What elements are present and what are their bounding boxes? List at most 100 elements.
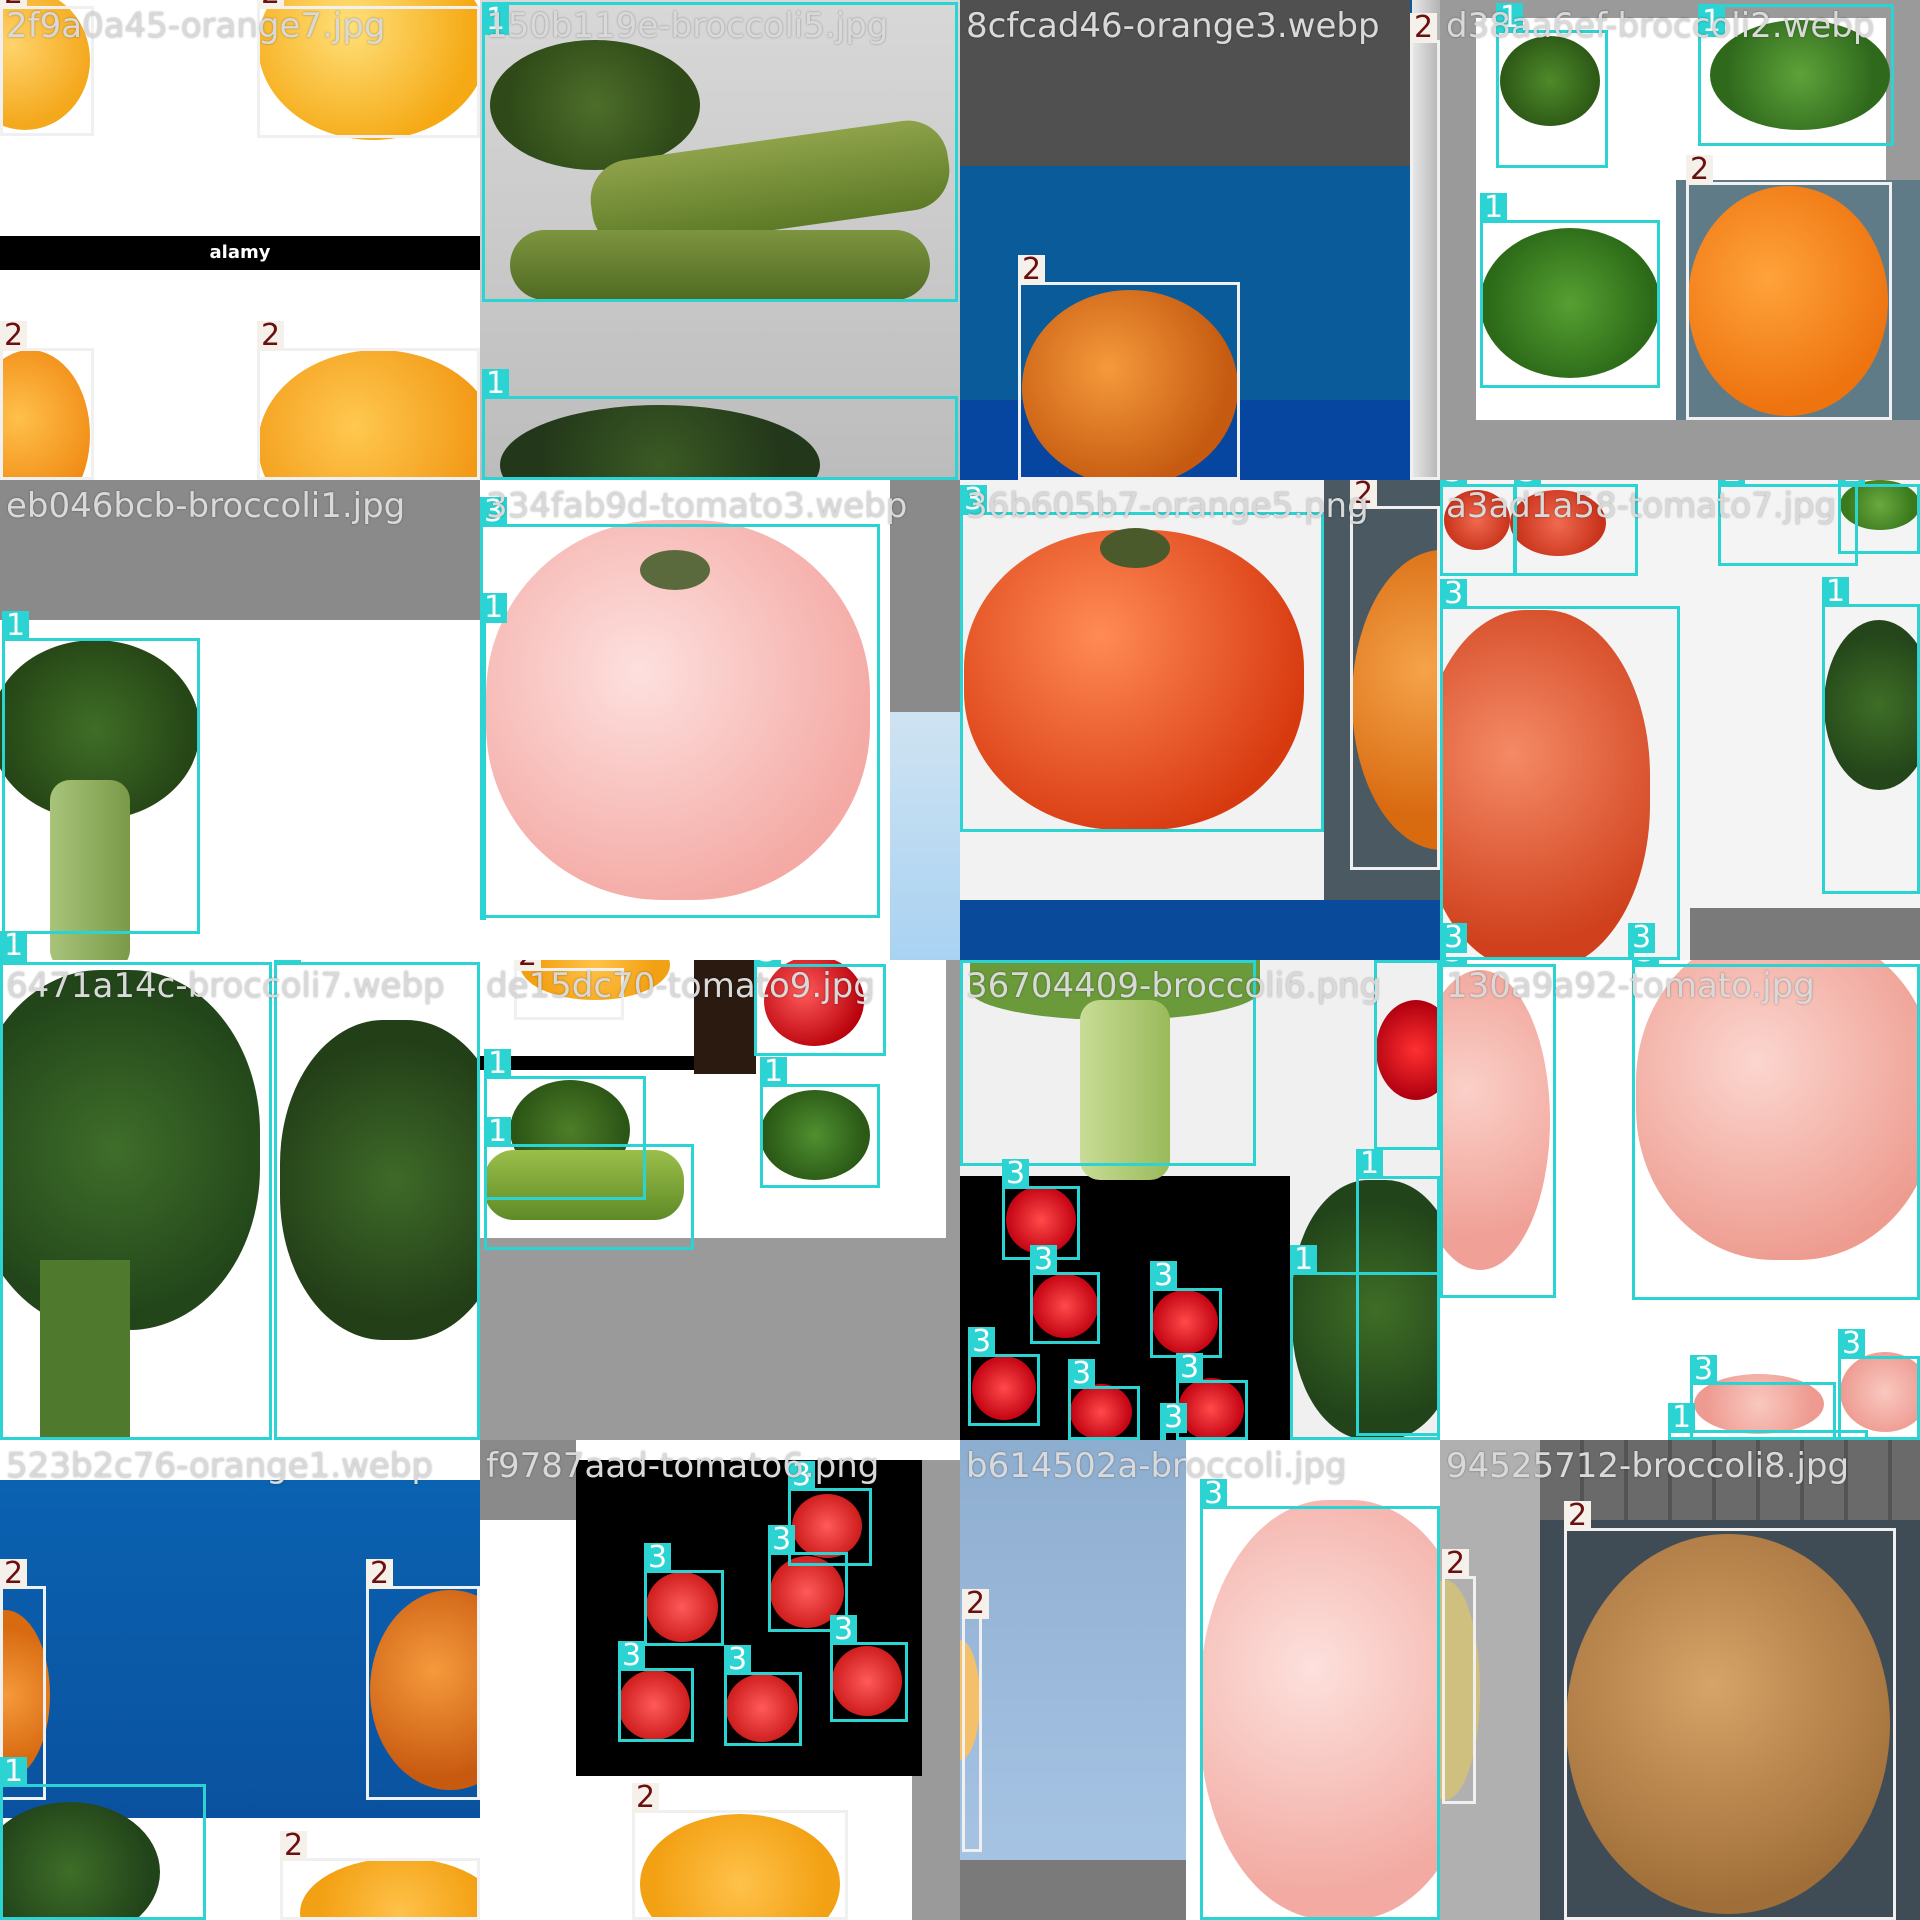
bbox-broccoli: 1	[960, 960, 1256, 1166]
bbox-broccoli: 1	[1480, 193, 1660, 388]
bbox-label: 3	[1150, 1261, 1178, 1291]
tile-tomato: 3 3 3 3 1 130a9a92-tomato.jpg	[1440, 960, 1920, 1440]
bbox-label: 2	[0, 1559, 28, 1589]
bbox-label: 2	[1686, 155, 1714, 185]
bbox-label: 2	[1564, 1501, 1592, 1531]
bbox-label: 1	[1668, 1403, 1696, 1433]
bbox-label: 3	[644, 1543, 672, 1573]
bbox-label: 3	[968, 1327, 996, 1357]
bbox-label: 2	[962, 1589, 990, 1619]
bbox-broccoli: 1	[482, 369, 958, 480]
wood-panel	[1540, 1440, 1920, 1520]
bbox-label: 1	[482, 5, 510, 35]
bbox-label: 1	[760, 1057, 788, 1087]
gray-header	[0, 480, 480, 620]
tile-orange3: 2 2 8cfcad46-orange3.webp	[960, 0, 1440, 480]
bbox-label: 2	[257, 0, 285, 9]
tile-orange7: alamy 2 2 2 2 2f9a0a45-orange7.jpg	[0, 0, 480, 480]
tile-tomato6: 3 3 3 3 3 3 2 f9787aad-tomato6.png	[480, 1440, 960, 1920]
bbox-label: 3	[1068, 1359, 1096, 1389]
mosaic-grid: alamy 2 2 2 2 2f9a0a45-orange7.jpg 1 1 1…	[0, 0, 1920, 1920]
bbox-tomato: 3	[1030, 1245, 1100, 1344]
bbox-orange: 2	[1350, 480, 1440, 870]
bbox-tomato: 3	[1200, 1479, 1440, 1920]
bbox-label: 2	[632, 1783, 660, 1813]
bbox-label: 2	[0, 0, 28, 9]
bbox-label: 1	[2, 611, 30, 641]
bbox-label: 3	[788, 1461, 816, 1491]
bbox-broccoli: 1	[1496, 3, 1608, 168]
gray-strip	[1690, 908, 1920, 960]
bbox-orange: 2	[1018, 255, 1240, 480]
bbox-label: 2	[1350, 480, 1378, 509]
bbox-tomato: 3	[1440, 579, 1680, 960]
bbox-label: 1	[0, 931, 28, 960]
bbox-label: 3	[1440, 923, 1468, 953]
bbox-label: 1	[274, 960, 302, 965]
bbox-orange: 2	[257, 321, 480, 480]
bbox-label: 2	[366, 1559, 394, 1589]
bbox-broccoli: 1	[274, 960, 480, 1440]
bbox-label: 3	[724, 1645, 752, 1675]
bbox-orange: 2	[1410, 13, 1440, 480]
bbox-label: 3	[1440, 960, 1468, 967]
bbox-orange: 2	[1564, 1501, 1896, 1920]
bbox-orange: 2	[1442, 1549, 1476, 1804]
bbox-orange: 2	[366, 1559, 480, 1800]
bbox-label: 3	[1200, 1479, 1228, 1509]
tile-orange1: 2 2 1 2 523b2c76-orange1.webp	[0, 1440, 480, 1920]
bbox-label: 1	[482, 369, 510, 399]
bbox-label: 1	[0, 960, 28, 965]
bbox-orange: 2	[632, 1783, 848, 1920]
bbox-tomato: 3	[1514, 480, 1638, 576]
bbox-tomato: 3	[830, 1615, 908, 1722]
bbox-label: 3	[1374, 960, 1402, 963]
tile-tomato7: 3 3 1 1 3 1 3 3 a3ad1a58-tomato7.jpg	[1440, 480, 1920, 960]
bbox-orange: 2	[514, 960, 624, 1020]
bbox-label: 2	[257, 321, 285, 351]
bbox-tomato: 3	[754, 960, 886, 1056]
bbox-tomato: 3	[644, 1543, 724, 1646]
bbox-label: 3	[830, 1615, 858, 1645]
bbox-tomato: 3	[1628, 923, 1656, 960]
bbox-broccoli: 1	[484, 1117, 694, 1250]
bbox-label: 1	[480, 593, 508, 623]
bbox-tomato: 3	[1440, 923, 1468, 960]
tile-broccoli5: 1 1 150b119e-broccoli5.jpg	[480, 0, 960, 480]
bbox-broccoli: 1	[480, 593, 508, 920]
bbox-label: 1	[484, 1049, 512, 1079]
bbox-label: 1	[1698, 7, 1726, 37]
bbox-broccoli: 1	[1822, 577, 1920, 894]
bbox-label: 3	[618, 1641, 646, 1671]
bbox-broccoli: 1	[1838, 480, 1920, 554]
tile-orange5: 3 2 36b605b7-orange5.png	[960, 480, 1440, 960]
watermark-banner: alamy	[0, 236, 480, 270]
tile-tomato3: 3 1 334fab9d-tomato3.webp	[480, 480, 960, 960]
bbox-orange: 2	[257, 0, 480, 138]
black-banner	[480, 1056, 694, 1070]
tile-broccoli7: 1 1 6471a14c-broccoli7.webp	[0, 960, 480, 1440]
bbox-broccoli: 1	[760, 1057, 880, 1188]
bbox-tomato: 3	[1440, 480, 1516, 576]
bbox-broccoli: 1	[1718, 480, 1858, 566]
bbox-label: 3	[480, 497, 508, 527]
bbox-broccoli: 1	[2, 611, 200, 934]
bbox-tomato: 3	[724, 1645, 802, 1746]
bbox-tomato: 3	[1632, 960, 1920, 1300]
dark-panel	[960, 0, 1410, 166]
bbox-tomato: 3	[1374, 960, 1440, 1150]
bbox-label: 1	[1480, 193, 1508, 223]
gray-panel	[890, 480, 960, 712]
tile-broccoli2: 1 1 1 2 d38aa6ef-broccoli2.webp	[1440, 0, 1920, 480]
tile-broccoli8: 2 2 94525712-broccoli8.jpg	[1440, 1440, 1920, 1920]
tile-broccoli: 3 2 b614502a-broccoli.jpg	[960, 1440, 1440, 1920]
bbox-label: 1	[0, 1757, 28, 1787]
tile-broccoli6: 1 3 3 3 3 3 3 3 3 1 1 36704409-broccoli6…	[960, 960, 1440, 1440]
bbox-tomato: 3	[1068, 1359, 1140, 1440]
blue-panel	[960, 1440, 1186, 1920]
bbox-label: 3	[1514, 480, 1542, 487]
bbox-label: 2	[0, 321, 28, 351]
bbox-broccoli: 1	[0, 1757, 206, 1920]
tile-tomato9: 2 3 1 1 1 de15dc70-tomato9.jpg	[480, 960, 960, 1440]
bbox-tomato: 3	[968, 1327, 1040, 1426]
